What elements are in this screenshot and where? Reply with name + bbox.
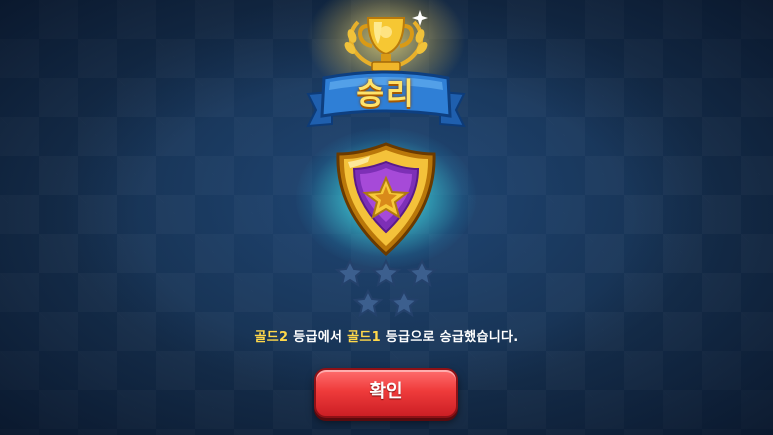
star-icon (406, 258, 438, 288)
rank-stars (334, 258, 438, 318)
message-text-1: 등급에서 (288, 330, 348, 345)
star-icon (352, 288, 384, 318)
from-tier: 골드2 (254, 330, 289, 345)
gold-shield-star-icon (336, 142, 436, 256)
to-tier: 골드1 (347, 330, 381, 345)
promotion-message: 골드2 등급에서 골드1 등급으로 승급했습니다. (0, 326, 773, 350)
star-icon (370, 258, 402, 288)
star-icon (388, 288, 420, 318)
result-title: 승리 (356, 77, 416, 112)
confirm-button[interactable]: 확인 (314, 368, 458, 418)
star-icon (334, 258, 366, 288)
message-text-2: 등급으로 승급했습니다. (380, 330, 519, 345)
